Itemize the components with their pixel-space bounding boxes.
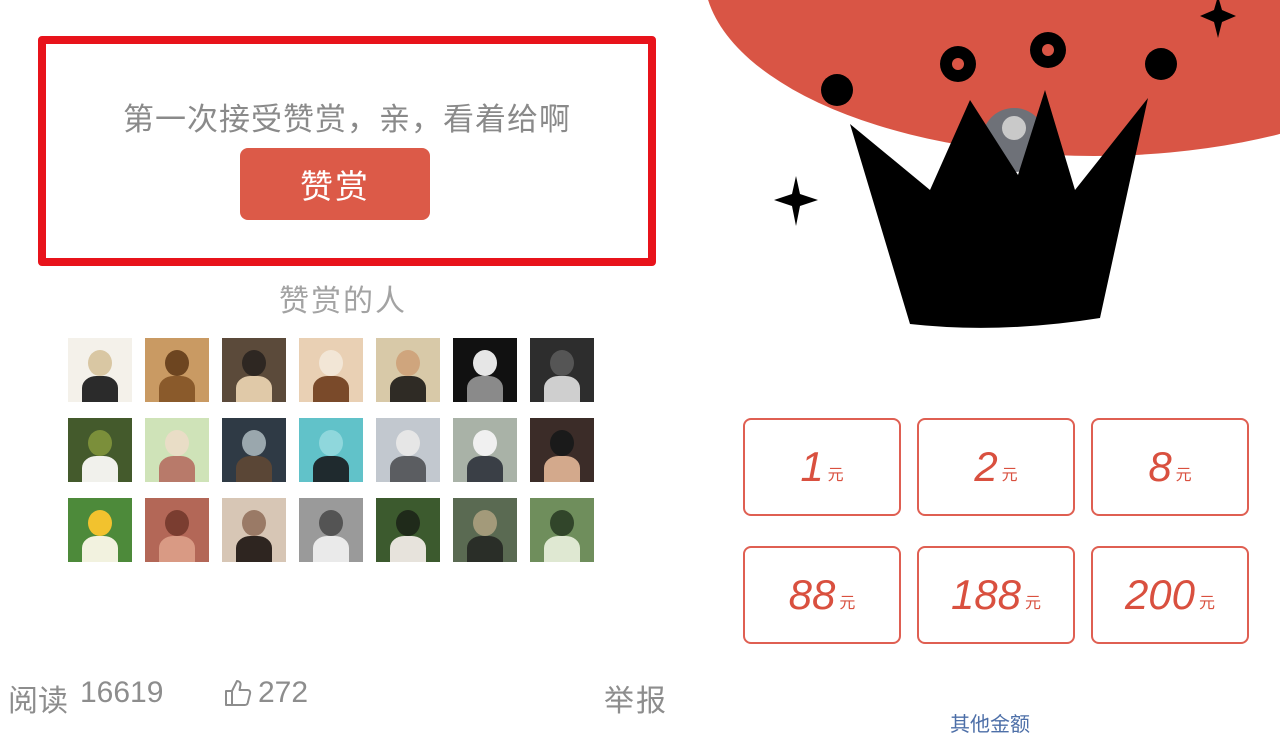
panel-divider	[686, 0, 700, 750]
amount-unit: 元	[1001, 465, 1018, 484]
amount-option-2[interactable]: 2元	[917, 418, 1075, 516]
report-link[interactable]: 举报	[604, 676, 668, 720]
reward-amount-panel: 1 元 2 元 8 元 88 元 188 元 200 元 其他金额	[700, 0, 1280, 750]
amount-value: 88	[788, 571, 836, 618]
amount-option-88[interactable]: 88 元	[743, 546, 901, 644]
donor-avatar[interactable]	[376, 498, 440, 562]
amount-option-200[interactable]: 200 元	[1091, 546, 1249, 644]
article-footer-panel: 第一次接受赞赏，亲，看着给啊 赞赏 赞赏的人 阅读 16619 272 举报	[0, 0, 686, 750]
donor-avatar[interactable]	[453, 338, 517, 402]
amount-value: 8	[1148, 443, 1172, 490]
other-amount-link[interactable]: 其他金额	[700, 708, 1280, 737]
like-count: 272	[258, 676, 309, 709]
amount-unit: 元	[1175, 465, 1192, 484]
donor-avatar[interactable]	[530, 338, 594, 402]
amount-option-1[interactable]: 1元	[743, 418, 901, 516]
donor-avatar[interactable]	[222, 498, 286, 562]
donor-avatar[interactable]	[299, 418, 363, 482]
amount-options-grid: 1 元 2 元 8 元 88 元 188 元 200 元	[743, 418, 1251, 644]
like-button[interactable]: 272	[222, 676, 308, 710]
donor-avatar[interactable]	[453, 418, 517, 482]
amount-unit: 元	[1199, 593, 1216, 612]
reward-prompt: 第一次接受赞赏，亲，看着给啊	[123, 102, 571, 138]
reward-highlight-box: 第一次接受赞赏，亲，看着给啊 赞赏	[38, 36, 656, 266]
amount-value: 1	[800, 443, 824, 490]
thumbs-up-icon	[225, 680, 252, 706]
amount-option-8[interactable]: 8元	[1091, 418, 1249, 516]
amount-value: 188	[950, 571, 1022, 618]
read-label: 阅读	[8, 684, 68, 719]
donor-avatar[interactable]	[145, 498, 209, 562]
read-count: 16619	[80, 676, 164, 709]
donors-title: 赞赏的人	[279, 284, 407, 319]
donor-avatar[interactable]	[376, 418, 440, 482]
donor-avatar[interactable]	[376, 338, 440, 402]
donor-avatar[interactable]	[145, 418, 209, 482]
amount-value: 200	[1124, 571, 1196, 618]
donor-avatar[interactable]	[68, 498, 132, 562]
donor-avatar[interactable]	[222, 418, 286, 482]
amount-unit: 元	[827, 465, 844, 484]
screenshot-composite: 第一次接受赞赏，亲，看着给啊 赞赏 赞赏的人 阅读 16619 272 举报 1…	[0, 0, 1280, 750]
donor-avatar[interactable]	[453, 498, 517, 562]
crown-illustration	[774, 0, 1236, 328]
donor-avatar[interactable]	[68, 418, 132, 482]
amount-value: 2	[974, 443, 998, 490]
donor-avatar[interactable]	[299, 498, 363, 562]
donor-avatar[interactable]	[530, 418, 594, 482]
donor-avatar[interactable]	[530, 498, 594, 562]
donor-avatar[interactable]	[145, 338, 209, 402]
donor-avatar[interactable]	[299, 338, 363, 402]
reward-button[interactable]: 赞赏	[240, 148, 430, 220]
donor-avatar-grid	[68, 338, 604, 562]
donor-avatar[interactable]	[222, 338, 286, 402]
amount-option-188[interactable]: 188 元	[917, 546, 1075, 644]
article-stats-row: 阅读 16619 272 举报	[8, 676, 668, 719]
donor-avatar[interactable]	[68, 338, 132, 402]
amount-unit: 元	[1025, 593, 1042, 612]
amount-unit: 元	[839, 593, 856, 612]
